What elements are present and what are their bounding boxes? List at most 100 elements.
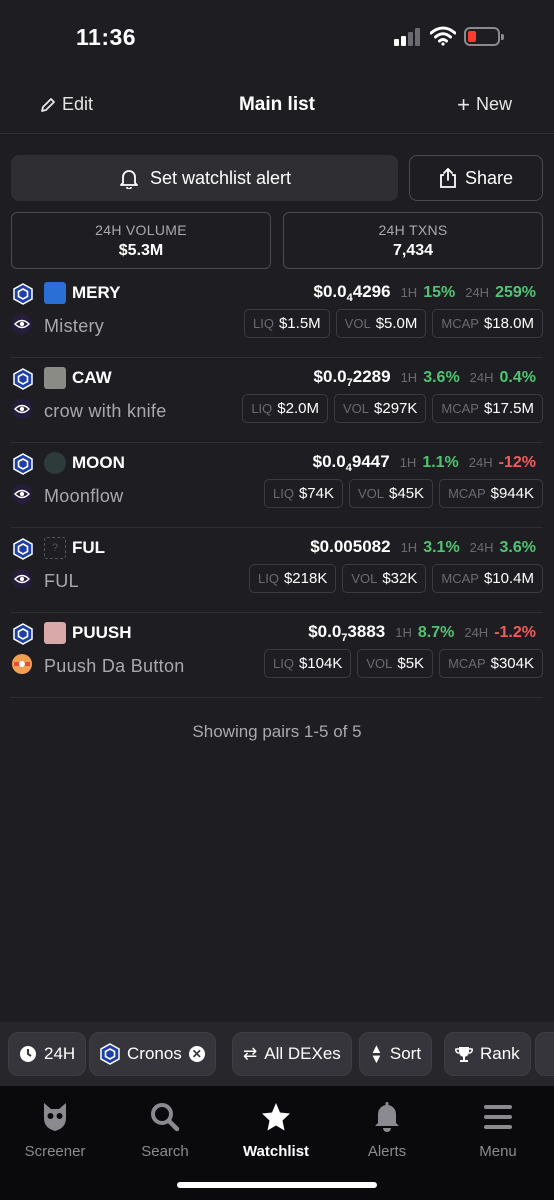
clock-icon: [20, 1046, 36, 1062]
change-24h: 259%: [495, 284, 536, 301]
cronos-chain-icon: [13, 368, 33, 390]
star-icon: [262, 1103, 290, 1131]
pair-name: Puush Da Button: [44, 656, 185, 676]
new-list-button[interactable]: + New: [457, 93, 512, 115]
change-1h: 3.1%: [423, 539, 460, 556]
change-1h: 8.7%: [417, 624, 455, 641]
1h-label: 1H: [400, 285, 418, 300]
24h-label: 24H: [469, 540, 494, 555]
tab-screener[interactable]: Screener: [0, 1102, 110, 1160]
volume-pill: VOL $297K: [334, 394, 427, 423]
cellular-signal-icon: [394, 28, 422, 46]
change-1h: 1.1%: [422, 454, 459, 471]
txns-label: 24H TXNS: [378, 222, 448, 238]
mcap-pill: MCAP $18.0M: [432, 309, 543, 338]
bell-icon: [375, 1102, 399, 1132]
1h-label: 1H: [395, 625, 412, 640]
pair-name: FUL: [44, 571, 79, 591]
pair-price: $0.072289: [313, 367, 391, 389]
search-icon: [151, 1103, 180, 1132]
owl-icon: [44, 1103, 66, 1131]
cronos-chain-icon: [13, 623, 33, 645]
pair-price: $0.005082: [310, 537, 391, 556]
tab-menu[interactable]: Menu: [443, 1102, 553, 1160]
sort-icon: ▲ ▼: [370, 1041, 383, 1066]
txns-stat: 24H TXNS 7,434: [283, 212, 543, 269]
rank-filter[interactable]: Rank: [444, 1032, 531, 1076]
dex-icon: [12, 654, 32, 674]
change-24h: 3.6%: [499, 539, 536, 556]
pair-price: $0.044296: [313, 282, 391, 304]
set-watchlist-alert-button[interactable]: Set watchlist alert: [11, 155, 398, 201]
pagination-text: Showing pairs 1-5 of 5: [192, 722, 362, 741]
share-button[interactable]: Share: [409, 155, 543, 201]
pair-row-mery[interactable]: MERY Mistery $0.044296 1H 15% 24H 259% L…: [11, 273, 543, 358]
new-label: New: [475, 94, 512, 114]
share-label: Share: [464, 167, 514, 188]
pair-symbol: MOON: [72, 453, 125, 472]
pair-price: $0.073883: [308, 622, 386, 644]
24h-label: 24H: [469, 370, 494, 385]
alert-label: Set watchlist alert: [149, 167, 292, 188]
change-1h: 15%: [423, 284, 456, 301]
wifi-icon: [430, 26, 456, 46]
pair-row-moon[interactable]: MOON Moonflow $0.049447 1H 1.1% 24H -12%…: [11, 443, 543, 528]
mcap-pill: MCAP $10.4M: [432, 564, 543, 593]
1h-label: 1H: [399, 455, 417, 470]
tab-watchlist[interactable]: Watchlist: [221, 1102, 331, 1160]
change-24h: -12%: [498, 454, 536, 471]
24h-label: 24H: [464, 625, 489, 640]
24h-label: 24H: [468, 455, 493, 470]
more-filter[interactable]: [535, 1032, 554, 1076]
pair-row-puush[interactable]: PUUSH Puush Da Button $0.073883 1H 8.7% …: [11, 613, 543, 698]
volume-pill: VOL $45K: [349, 479, 434, 508]
pair-row-caw[interactable]: CAW crow with knife $0.072289 1H 3.6% 24…: [11, 358, 543, 443]
dex-filter[interactable]: ⇄ All DEXes: [232, 1032, 352, 1076]
liquidity-pill: LIQ $1.5M: [244, 309, 330, 338]
txns-value: 7,434: [392, 242, 434, 259]
clear-chain-icon[interactable]: ✕: [188, 1046, 205, 1062]
volume-value: $5.3M: [118, 242, 164, 259]
sort-filter[interactable]: ▲ ▼ Sort: [359, 1032, 433, 1076]
mcap-pill: MCAP $304K: [439, 649, 543, 678]
change-1h: 3.6%: [423, 369, 460, 386]
change-24h: 0.4%: [499, 369, 536, 386]
mcap-pill: MCAP $944K: [439, 479, 543, 508]
trophy-icon: [455, 1047, 473, 1062]
pair-price: $0.049447: [312, 452, 390, 474]
volume-label: 24H VOLUME: [95, 222, 187, 238]
nav-header: Edit Main list + New: [0, 78, 554, 134]
dex-icon: [12, 399, 32, 419]
volume-pill: VOL $5K: [357, 649, 434, 678]
status-time: 11:36: [76, 24, 137, 50]
liquidity-pill: LIQ $74K: [263, 479, 343, 508]
1h-label: 1H: [400, 370, 418, 385]
pair-name: Moonflow: [44, 486, 124, 506]
pair-symbol: PUUSH: [72, 623, 132, 642]
1h-label: 1H: [400, 540, 418, 555]
share-icon: [440, 167, 456, 188]
battery-icon: [464, 27, 504, 46]
bell-icon: [120, 170, 138, 189]
volume-pill: VOL $5.0M: [335, 309, 427, 338]
timeframe-filter[interactable]: 24H: [8, 1032, 87, 1076]
caw-token-icon: [44, 367, 66, 389]
liquidity-pill: LIQ $218K: [248, 564, 337, 593]
swap-arrows-icon: ⇄: [243, 1044, 258, 1063]
mery-token-icon: [44, 282, 66, 304]
puush-token-icon: [44, 622, 66, 644]
change-24h: -1.2%: [494, 624, 536, 641]
cronos-chain-icon: [13, 283, 33, 305]
pair-symbol: MERY: [72, 283, 121, 302]
dex-icon: [12, 484, 32, 504]
tab-search[interactable]: Search: [110, 1102, 220, 1160]
filter-bar: 24H Cronos ✕ ⇄ All DEXes ▲ ▼ Sort Rank: [0, 1022, 554, 1086]
24h-label: 24H: [465, 285, 490, 300]
hamburger-menu-icon: [484, 1105, 512, 1129]
liquidity-pill: LIQ $2.0M: [242, 394, 328, 423]
pair-row-ful[interactable]: ? FUL FUL $0.005082 1H 3.1% 24H 3.6% LIQ…: [11, 528, 543, 613]
pair-symbol: FUL: [72, 538, 106, 557]
chain-filter[interactable]: Cronos ✕: [89, 1032, 216, 1076]
tab-alerts[interactable]: Alerts: [332, 1102, 442, 1160]
volume-pill: VOL $32K: [342, 564, 427, 593]
